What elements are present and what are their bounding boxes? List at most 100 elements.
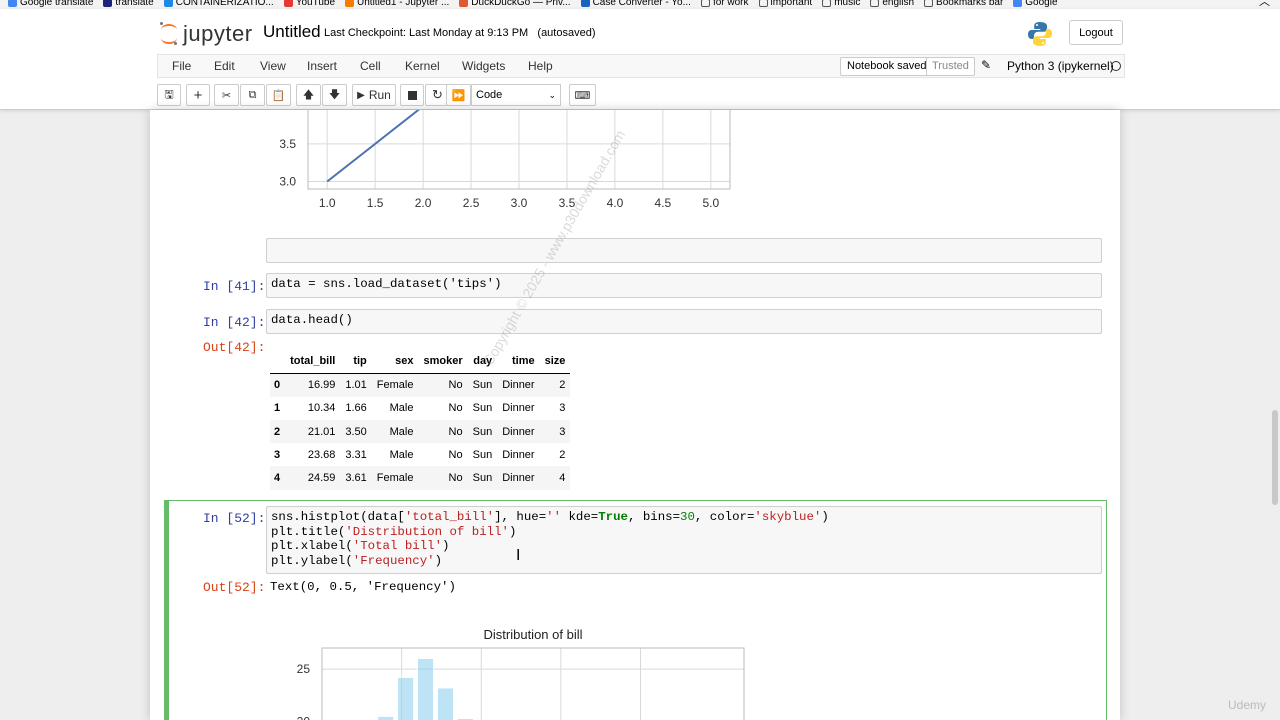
notebook-name[interactable]: Untitled [263,22,321,42]
bookmark-label: english [882,0,915,8]
input-prompt: In [42]: [203,315,266,330]
bookmarks-bar: Google translate translate CONTAINERIZATIO… [0,0,1280,9]
code-line: sns.histplot(data['total_bill'], hue='' … [271,510,829,524]
table-cell: Sun [472,448,493,461]
chevron-up-icon[interactable]: ︿ [1259,0,1270,8]
code-line: plt.xlabel('Total bill') [271,539,450,553]
cut-button[interactable]: ✂ [214,84,239,106]
cell-type-value: Code [476,89,503,101]
trusted-indicator[interactable]: Trusted [926,57,975,76]
bookmark-item[interactable]: Case Converter - Yo... [580,0,691,8]
menu-file[interactable]: File [172,59,191,73]
table-cell: 24.59 [307,472,336,485]
histogram-chart: Distribution of bill 25 20 [297,627,745,720]
cell-type-select[interactable]: Code ⌄ [471,84,561,106]
table-cell: Sun [472,425,493,438]
menu-help[interactable]: Help [528,59,553,73]
table-cell: Sun [472,402,493,415]
bookmark-item[interactable]: english [870,0,915,8]
move-down-button[interactable]: 🡇 [322,84,347,106]
folder-icon [758,0,768,7]
bookmark-label: YouTube [295,0,336,8]
menu-kernel[interactable]: Kernel [405,59,440,73]
menu-edit[interactable]: Edit [214,59,235,73]
input-prompt: In [41]: [203,279,266,294]
x-tick-label: 2.5 [463,196,480,210]
table-cell: Dinner [502,425,535,438]
table-cell: 3.61 [345,472,367,485]
bookmark-item[interactable]: Untitled1 - Jupyter ... [345,0,449,8]
kernel-status-icon [1111,61,1121,71]
table-cell: 2 [559,448,566,461]
menu-widgets[interactable]: Widgets [462,59,505,73]
insert-cell-button[interactable]: + [186,84,210,106]
code-cell-52[interactable]: sns.histplot(data['total_bill'], hue='' … [266,506,1102,574]
input-prompt: In [52]: [203,511,266,526]
bookmark-label: important [770,0,813,8]
table-cell: 3.50 [345,425,367,438]
column-header: smoker [418,350,468,374]
copy-button[interactable]: ⧉ [240,84,265,106]
code-cell-42[interactable]: data.head() [266,309,1102,334]
notebook-container[interactable]: 1.0 1.5 2.0 2.5 3.0 3.5 4.0 4.5 5.0 3.0 3.5 In [41… [150,110,1120,720]
column-header: total_bill [285,350,341,374]
folder-icon [870,0,880,7]
menu-cell[interactable]: Cell [360,59,381,73]
bookmark-item[interactable]: CONTAINERIZATIO... [163,0,274,8]
y-tick-label: 25 [297,662,311,676]
menu-view[interactable]: View [260,59,286,73]
favicon-icon [163,0,173,7]
fast-forward-icon: ⏩ [451,89,466,102]
line-chart: 1.0 1.5 2.0 2.5 3.0 3.5 4.0 4.5 5.03.03.5 [279,110,731,210]
move-up-button[interactable]: 🡅 [296,84,321,106]
bookmark-item[interactable]: translate [103,0,154,8]
brand-watermark: Udemy [1228,698,1267,712]
interrupt-button[interactable] [400,84,424,106]
histogram-bar [377,716,395,720]
bookmark-item[interactable]: important [758,0,813,8]
run-label: Run [368,88,391,102]
bookmark-item[interactable]: for work [700,0,749,8]
bookmark-label: Google translate [20,0,94,8]
bookmark-label: for work [712,0,749,8]
table-cell: 16.99 [307,379,336,392]
bookmark-item[interactable]: music [822,0,860,8]
bookmark-item[interactable]: DuckDuckGo — Priv... [459,0,571,8]
table-cell: No [448,448,463,461]
paste-icon: 📋 [271,89,286,102]
code-line: plt.title('Distribution of bill') [271,524,517,539]
table-cell: Male [389,402,414,415]
bookmark-item[interactable]: YouTube [283,0,336,8]
keyboard-icon: ⌨ [574,89,591,102]
code-cell-41[interactable]: data = sns.load_dataset('tips') [266,273,1102,298]
menubar: File Edit View Insert Cell Kernel Widget… [157,54,1125,78]
pencil-icon[interactable]: ✎ [981,58,991,72]
notebook-saved-indicator: Notebook saved [840,57,934,76]
paste-button[interactable]: 📋 [266,84,291,106]
page-scrollbar[interactable] [1272,410,1278,505]
command-palette-button[interactable]: ⌨ [569,84,596,106]
chevron-down-icon: ⌄ [548,90,556,100]
bookmark-item[interactable]: Google [1013,0,1058,8]
table-cell: 23.68 [307,448,336,461]
logout-button[interactable]: Logout [1069,20,1123,45]
table-cell: 2 [559,379,566,392]
menu-insert[interactable]: Insert [307,59,337,73]
y-tick-label: 3.0 [279,174,296,188]
bookmark-item[interactable]: Bookmarks bar [924,0,1003,8]
jupyter-logo[interactable]: jupyter [160,21,253,47]
empty-code-cell[interactable] [266,238,1102,263]
kernel-name[interactable]: Python 3 (ipykernel) [1007,59,1114,73]
notebook-toolbar: 🖫 + ✂ ⧉ 📋 🡅 🡇 ▶ Run ↻ ⏩ Code ⌄ ⌨ [157,83,1125,109]
x-tick-label: 4.0 [607,196,624,210]
table-cell: 3 [559,402,566,415]
restart-run-all-button[interactable]: ⏩ [446,84,471,106]
save-button[interactable]: 🖫 [157,84,181,106]
run-button[interactable]: ▶ Run [352,84,396,106]
table-cell: 21.01 [307,425,336,438]
refresh-icon: ↻ [432,87,443,102]
table-cell: Dinner [502,448,535,461]
bookmark-item[interactable]: Google translate [8,0,94,8]
row-index: 4 [274,472,281,485]
output-text: Text(0, 0.5, 'Frequency') [270,580,456,594]
